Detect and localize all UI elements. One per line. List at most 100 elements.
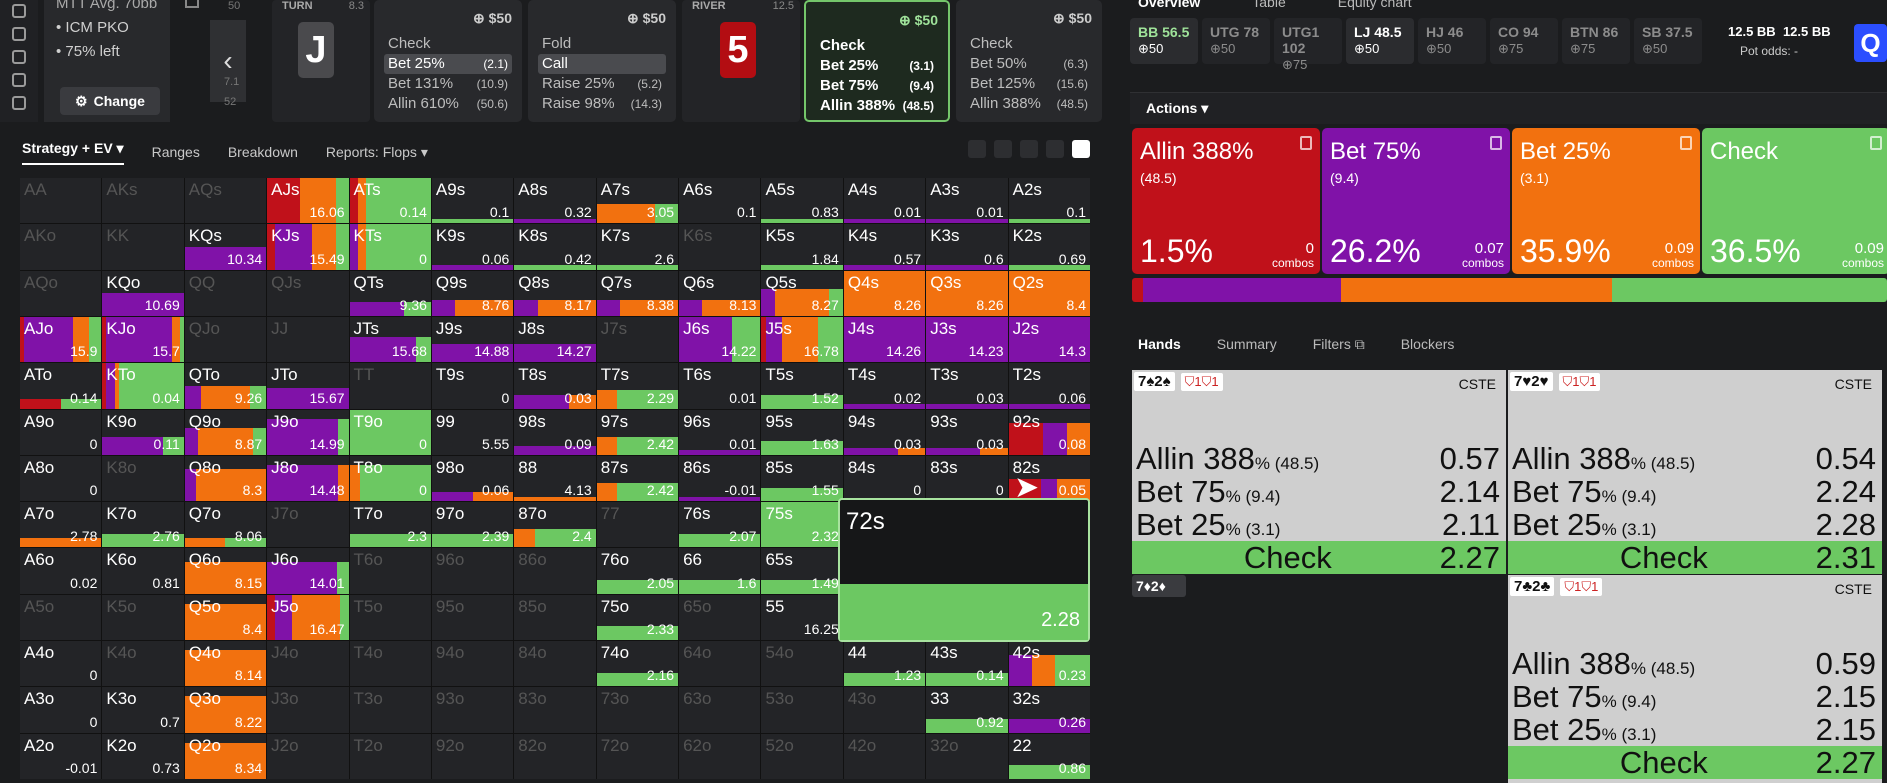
hand-cell[interactable]: 42s 0.23 [1008, 641, 1090, 687]
hand-cell[interactable]: T6s 0.01 [679, 363, 761, 409]
history-icon[interactable] [12, 27, 26, 41]
hand-cell[interactable]: A3o 0 [20, 687, 102, 733]
hand-cell[interactable]: KJo 15.7 [102, 316, 184, 363]
hand-cell[interactable]: J2o [267, 733, 349, 779]
hand-cell[interactable]: A7o 2.78 [20, 502, 102, 548]
seat-sb[interactable]: SB 37.5 ⊕50 [1634, 18, 1702, 64]
hand-cell[interactable]: K7s 2.6 [596, 224, 679, 270]
hand-cell[interactable]: J9s 14.88 [431, 316, 514, 363]
hand-cell[interactable]: TT [349, 363, 431, 409]
hand-cell[interactable]: J3o [267, 687, 349, 733]
column-row[interactable]: Bet 50% (6.3) [966, 54, 1092, 74]
column-row[interactable]: Check [384, 34, 512, 54]
tab-breakdown[interactable]: Breakdown [228, 144, 298, 160]
tab-ranges[interactable]: Ranges [152, 144, 200, 160]
hand-cell[interactable]: K6s [679, 224, 761, 270]
column-row[interactable]: Bet 75% (9.4) [816, 76, 938, 96]
action-card[interactable]: Allin 388% (48.5) 1.5% 0 combos [1132, 128, 1320, 274]
hand-cell[interactable]: 85s 1.55 [761, 455, 843, 502]
hand-cell[interactable]: A7s 3.05 [596, 178, 679, 224]
hand-cell[interactable]: 52o [761, 733, 843, 779]
actions-dropdown[interactable]: Actions ▾ [1146, 100, 1208, 117]
hand-cell[interactable]: KTs 0 [349, 224, 431, 270]
hand-cell[interactable]: T2o [349, 733, 431, 779]
seat-lj[interactable]: LJ 48.5 ⊕50 [1346, 18, 1414, 64]
hand-cell[interactable]: KJs 15.49 [267, 224, 349, 270]
seat-co[interactable]: CO 94 ⊕75 [1490, 18, 1558, 64]
hand-cell[interactable]: AQs [184, 178, 267, 224]
hand-cell[interactable]: K6o 0.81 [102, 548, 184, 594]
hand-cell[interactable]: T7s 2.29 [596, 363, 679, 409]
hand-cell[interactable]: A2s 0.1 [1008, 178, 1090, 224]
menu-icon[interactable] [12, 4, 26, 18]
hand-cell[interactable]: 53o [761, 687, 843, 733]
tab-summary[interactable]: Summary [1217, 336, 1277, 352]
hand-cell[interactable]: J5o 16.47 [267, 594, 349, 641]
hand-cell[interactable]: QTo 9.26 [184, 363, 267, 409]
hand-cell[interactable]: J8s 14.27 [514, 316, 596, 363]
hand-cell[interactable]: T3s 0.03 [926, 363, 1008, 409]
3d-view-icon[interactable] [968, 140, 986, 158]
hand-cell[interactable]: 84o [514, 641, 596, 687]
lj-action-column-1[interactable]: ⊕ $50 Fold Call Raise 25% (5.2) Raise 98%… [528, 0, 676, 122]
hand-cell[interactable]: 86s -0.01 [679, 455, 761, 502]
column-row[interactable]: Bet 131% (10.9) [384, 74, 512, 94]
compress-icon[interactable] [1020, 140, 1038, 158]
hand-cell[interactable]: 87s 2.42 [596, 455, 679, 502]
column-row[interactable]: Fold [538, 34, 666, 54]
hand-cell[interactable]: 76o 2.05 [596, 548, 679, 594]
bb-action-column-1[interactable]: ⊕ $50 Check Bet 25% (2.1) Bet 131% (10.9) … [374, 0, 522, 122]
hovered-hand-cell[interactable]: 72s 2.28 [838, 498, 1090, 642]
hand-cell[interactable]: K4s 0.57 [843, 224, 926, 270]
hand-cell[interactable]: 93o [431, 687, 514, 733]
hand-cell[interactable]: QJs [267, 270, 349, 316]
hand-cell[interactable]: 96o [431, 548, 514, 594]
hand-cell[interactable]: 97s 2.42 [596, 409, 679, 455]
hand-cell[interactable]: 75o 2.33 [596, 594, 679, 641]
hand-cell[interactable]: K2s 0.69 [1008, 224, 1090, 270]
hand-cell[interactable]: K2o 0.73 [102, 733, 184, 779]
tab-filters[interactable]: Filters ⧉ [1313, 336, 1365, 353]
hand-cell[interactable]: J6s 14.22 [679, 316, 761, 363]
hand-cell[interactable]: AA [20, 178, 102, 224]
hand-cell[interactable]: 73o [596, 687, 679, 733]
hand-cell[interactable]: 83s 0 [926, 455, 1008, 502]
hand-cell[interactable]: T3o [349, 687, 431, 733]
hand-cell[interactable]: Q6s 8.13 [679, 270, 761, 316]
column-row[interactable]: Allin 388% (48.5) [966, 94, 1092, 114]
note-icon[interactable] [1300, 136, 1312, 150]
hand-cell[interactable]: Q9o 8.87 [184, 409, 267, 455]
hand-cell[interactable]: Q9s 8.76 [431, 270, 514, 316]
hand-cell[interactable]: 94o [431, 641, 514, 687]
hand-cell[interactable]: 64o [679, 641, 761, 687]
hand-cell[interactable]: K8o [102, 455, 184, 502]
hand-cell[interactable]: 66 1.6 [679, 548, 761, 594]
hand-cell[interactable]: K3s 0.6 [926, 224, 1008, 270]
tab-blockers[interactable]: Blockers [1401, 336, 1455, 352]
hand-cell[interactable]: T4o [349, 641, 431, 687]
hand-cell[interactable]: AKo [20, 224, 102, 270]
hand-cell[interactable]: 33 0.92 [926, 687, 1008, 733]
hand-cell[interactable]: Q6o 8.15 [184, 548, 267, 594]
hand-cell[interactable]: 92s 0.08 [1008, 409, 1090, 455]
note-icon[interactable] [1490, 136, 1502, 150]
grid-icon[interactable] [1046, 140, 1064, 158]
hand-cell[interactable]: JJ [267, 316, 349, 363]
hand-cell[interactable]: 54o [761, 641, 843, 687]
tab-strategy-ev[interactable]: Strategy + EV ▾ [22, 140, 124, 165]
hand-cell[interactable]: Q8o 8.3 [184, 455, 267, 502]
hand-cell[interactable]: J4s 14.26 [843, 316, 926, 363]
tab-table[interactable]: Table [1252, 0, 1285, 10]
hand-cell[interactable]: 22 0.86 [1008, 733, 1090, 779]
hand-cell[interactable]: J2s 14.3 [1008, 316, 1090, 363]
hand-cell[interactable]: 92o [431, 733, 514, 779]
column-row[interactable]: Raise 98% (14.3) [538, 94, 666, 114]
note-icon[interactable] [1680, 136, 1692, 150]
hand-cell[interactable]: Q8s 8.17 [514, 270, 596, 316]
lj-action-column-2[interactable]: ⊕ $50 Check Bet 50% (6.3) Bet 125% (15.6) … [956, 0, 1102, 122]
hand-cell[interactable]: 44 1.23 [843, 641, 926, 687]
hand-cell[interactable]: 88 4.13 [514, 455, 596, 502]
hand-cell[interactable]: 86o [514, 548, 596, 594]
hand-cell[interactable]: Q7o 8.06 [184, 502, 267, 548]
hand-cell[interactable]: KK [102, 224, 184, 270]
